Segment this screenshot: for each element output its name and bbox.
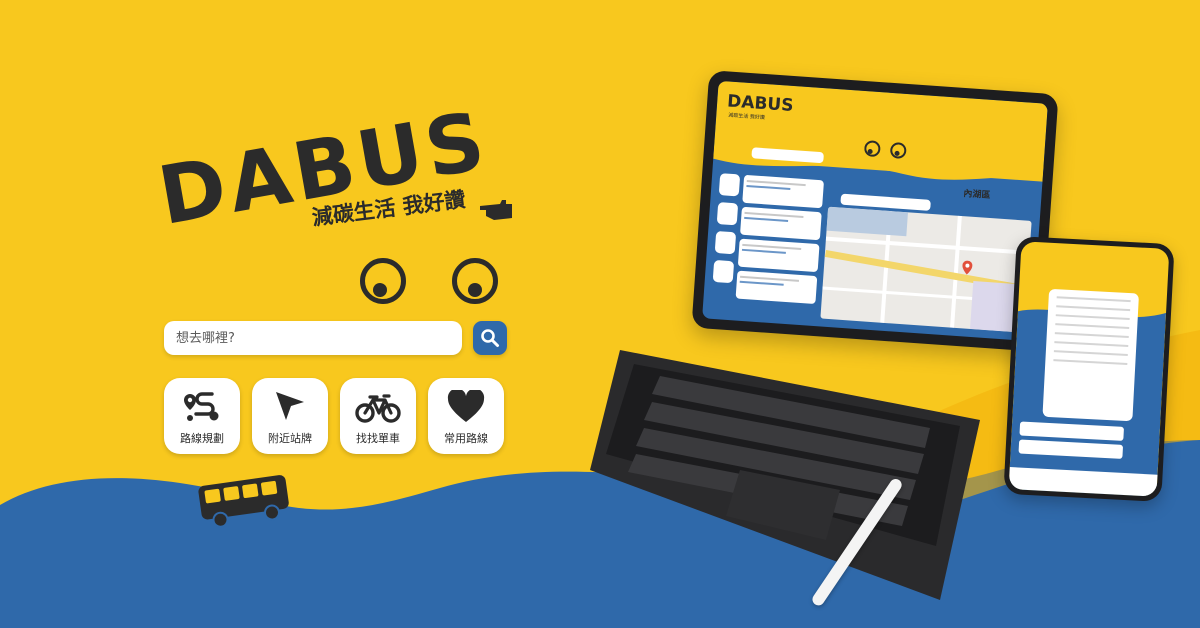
tablet-route-card[interactable] [742,174,825,209]
search-icon [481,329,499,347]
search-button[interactable] [473,321,507,355]
nearby-stops-button[interactable]: 附近站牌 [252,378,328,454]
tablet-nav-route[interactable] [718,173,741,197]
route-icon [184,392,219,421]
search-box [164,321,462,355]
tablet-screen: DABUS 減碳生活 我好讚 內湖區 [702,80,1048,342]
tablet-route-card[interactable] [740,206,822,241]
route-planning-label: 路線規劃 [180,432,224,445]
favorite-routes-button[interactable]: 常用路線 [428,378,504,454]
phone-mockup [1003,236,1175,502]
bus-icon [198,475,289,528]
tablet-map[interactable] [820,206,1032,333]
heart-icon [447,390,485,422]
tablet-route-card[interactable] [737,238,820,273]
left-eye-decoration [360,258,406,304]
tablet-route-list [735,174,825,308]
tablet-mockup: DABUS 減碳生活 我好讚 內湖區 [691,70,1059,352]
find-bike-button[interactable]: 找找單車 [340,378,416,454]
tablet-route-card[interactable] [735,270,818,305]
tablet-keyboard [590,350,980,600]
tablet-nav-favorite[interactable] [712,259,735,284]
route-planning-button[interactable]: 路線規劃 [164,378,240,454]
right-eye-decoration [452,258,498,304]
nearby-stops-label: 附近站牌 [268,432,312,445]
phone-header [1020,255,1169,277]
search-input[interactable] [164,321,462,355]
bicycle-icon [355,394,401,423]
find-bike-label: 找找單車 [356,432,400,445]
pointing-hand-icon [480,200,512,220]
map-pin-icon [962,260,973,275]
tablet-nav-nearby[interactable] [716,202,739,226]
phone-route-card[interactable] [1042,288,1140,422]
tablet-eyes [864,140,907,159]
location-arrow-icon [276,392,304,420]
tablet-sidebar [712,173,741,294]
phone-screen [1008,241,1170,497]
tablet-nav-bike[interactable] [714,230,737,255]
favorite-routes-label: 常用路線 [444,432,488,445]
tablet-district: 內湖區 [963,189,991,201]
